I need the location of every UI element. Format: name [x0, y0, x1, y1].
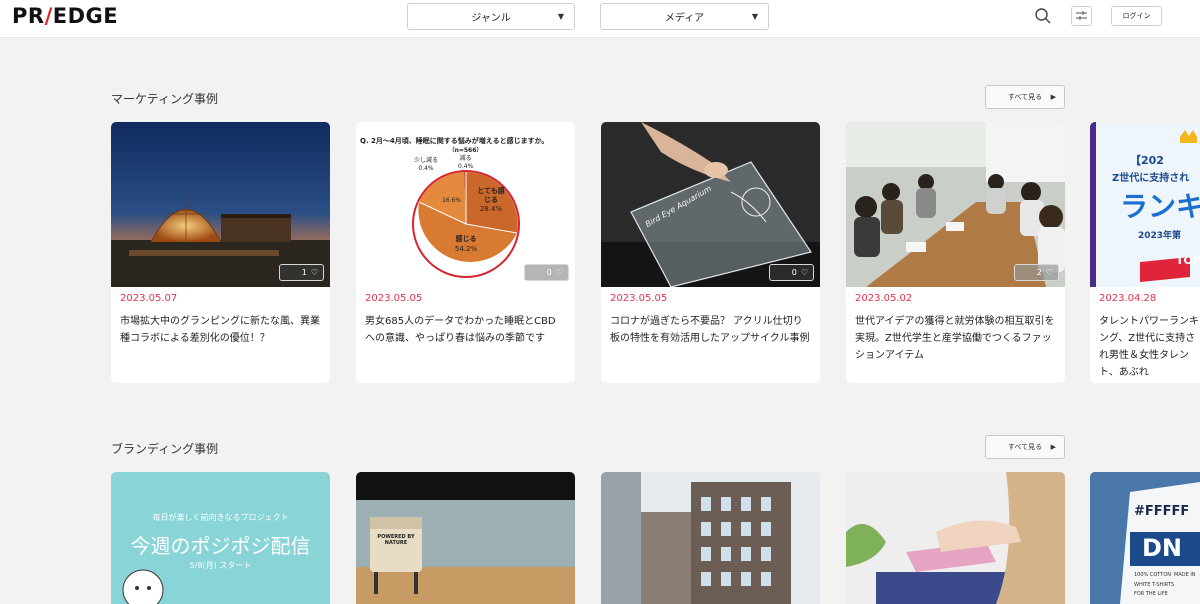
article-card[interactable]: 毎日が楽しく前向きなるプロジェクト 今週のポジポジ配信 5/8(月) スタート	[111, 472, 330, 604]
see-all-branding-button[interactable]: すべて見る ▶	[985, 435, 1065, 459]
ranking-line1: 【202	[1130, 154, 1164, 167]
article-thumbnail: Bird Eye Aquarium	[601, 122, 820, 287]
heart-icon: ♡	[310, 268, 318, 277]
shirt-text-small4: FOR THE LIFE	[1134, 591, 1168, 597]
card-headline: 今週のポジポジ配信	[130, 534, 311, 558]
like-counter[interactable]: 2 ♡	[1014, 264, 1059, 281]
sign-text: POWERED BY NATURE	[377, 534, 415, 546]
pie-label-other: 16.6%	[442, 197, 462, 204]
pie-label-very: とても感じる 28.4%	[477, 187, 505, 213]
heart-icon: ♡	[1045, 268, 1053, 277]
genre-select[interactable]: ジャンル ▼	[407, 3, 575, 30]
see-all-marketing-button[interactable]: すべて見る ▶	[985, 85, 1065, 109]
arrow-right-icon: ▶	[1050, 443, 1056, 451]
article-card[interactable]	[846, 472, 1065, 604]
media-select[interactable]: メディア ▼	[600, 3, 769, 30]
filter-icon[interactable]	[1071, 6, 1092, 26]
shirt-text-small2: MADE IN	[1174, 572, 1196, 578]
pie-label-decrease: 減る 0.4%	[458, 155, 474, 170]
ranking-line4: 2023年第	[1138, 231, 1182, 241]
article-card[interactable]: 1 ♡ 2023.05.07 市場拡大中のグランピングに新たな風、異業種コラボによ…	[111, 122, 330, 383]
article-date: 2023.05.07	[120, 293, 178, 304]
article-title[interactable]: 世代アイデアの獲得と就労体験の相互取引を実現。Z世代学生と産学協働でつくるファッ…	[855, 313, 1055, 364]
shirt-text-small1: 100% COTTON	[1134, 572, 1172, 578]
site-header: PR/EDGE ジャンル ▼ メディア ▼ ログイン	[0, 0, 1200, 38]
see-all-label: すべて見る	[1007, 443, 1043, 451]
article-thumbnail	[111, 122, 330, 287]
chevron-down-icon: ▼	[751, 12, 758, 21]
article-card[interactable]: #FFFFF DN 100% COTTON MADE IN WHITE T-SH…	[1090, 472, 1200, 604]
article-date: 2023.05.05	[365, 293, 423, 304]
article-date: 2023.05.05	[610, 293, 668, 304]
article-title[interactable]: タレントパワーランキング、Z世代に支持され男性＆女性タレント、あぶれ	[1099, 313, 1199, 381]
arrow-right-icon: ▶	[1050, 93, 1056, 101]
article-date: 2023.05.02	[855, 293, 913, 304]
article-thumbnail	[846, 472, 1065, 604]
heart-icon: ♡	[555, 268, 563, 277]
article-card[interactable]: Bird Eye Aquarium 0 ♡ 2023.05.05 コロナが過ぎたら…	[601, 122, 820, 383]
article-date: 2023.04.28	[1099, 293, 1157, 304]
ranking-line3: ランキ	[1120, 190, 1200, 223]
section-title-marketing: マーケティング事例	[111, 92, 219, 106]
character-illustration	[122, 569, 164, 604]
media-select-label: メディア	[664, 13, 705, 24]
shirt-text-top: #FFFFF	[1134, 504, 1190, 519]
shirt-text-small3: WHITE T-SHIRTS	[1134, 582, 1175, 588]
article-thumbnail	[601, 472, 820, 604]
genre-select-label: ジャンル	[471, 13, 511, 24]
see-all-label: すべて見る	[1007, 93, 1043, 101]
article-title[interactable]: 男女685人のデータでわかった睡眠とCBDへの意識、やっぱり春は悩みの季節です	[365, 313, 565, 347]
article-title[interactable]: コロナが過ぎたら不要品？ アクリル仕切り板の特性を有効活用したアップサイクル事例	[610, 313, 810, 347]
like-counter[interactable]: 0 ♡	[524, 264, 569, 281]
article-thumbnail: Q. 2月～4月頃、睡眠に関する悩みが増えると感じますか。 （n=566） とて…	[356, 122, 575, 287]
like-counter[interactable]: 1 ♡	[279, 264, 324, 281]
article-card[interactable]: 2 ♡ 2023.05.02 世代アイデアの獲得と就労体験の相互取引を実現。Z世代…	[846, 122, 1065, 383]
like-count: 1	[301, 268, 307, 277]
pie-label-feel: 感じる 54.2%	[454, 235, 478, 253]
article-card[interactable]: Q. 2月～4月頃、睡眠に関する悩みが増えると感じますか。 （n=566） とて…	[356, 122, 575, 383]
section-title-branding: ブランディング事例	[111, 442, 219, 456]
pie-label-less: 少し減る 0.4%	[414, 157, 439, 172]
shirt-text-main: DN	[1142, 534, 1183, 562]
like-count: 0	[791, 268, 797, 277]
article-thumbnail: 【202 Z世代に支持され ランキ 2023年第 TOP	[1090, 122, 1200, 287]
article-card[interactable]	[601, 472, 820, 604]
site-logo[interactable]: PR/EDGE	[12, 4, 118, 28]
chevron-down-icon: ▼	[557, 12, 564, 21]
search-icon[interactable]	[1034, 7, 1052, 25]
like-count: 0	[546, 268, 552, 277]
article-card[interactable]: 【202 Z世代に支持され ランキ 2023年第 TOP 2023.04.28 …	[1090, 122, 1200, 383]
article-card[interactable]: POWERED BY NATURE	[356, 472, 575, 604]
card-subtitle: 毎日が楽しく前向きなるプロジェクト	[152, 513, 289, 522]
ranking-line2: Z世代に支持され	[1112, 173, 1190, 184]
article-title[interactable]: 市場拡大中のグランピングに新たな風、異業種コラボによる差別化の優位！？	[120, 313, 320, 347]
login-button[interactable]: ログイン	[1111, 6, 1162, 26]
like-count: 2	[1036, 268, 1042, 277]
like-counter[interactable]: 0 ♡	[769, 264, 814, 281]
ranking-line5: TOP	[1176, 254, 1200, 267]
heart-icon: ♡	[800, 268, 808, 277]
article-thumbnail	[846, 122, 1065, 287]
